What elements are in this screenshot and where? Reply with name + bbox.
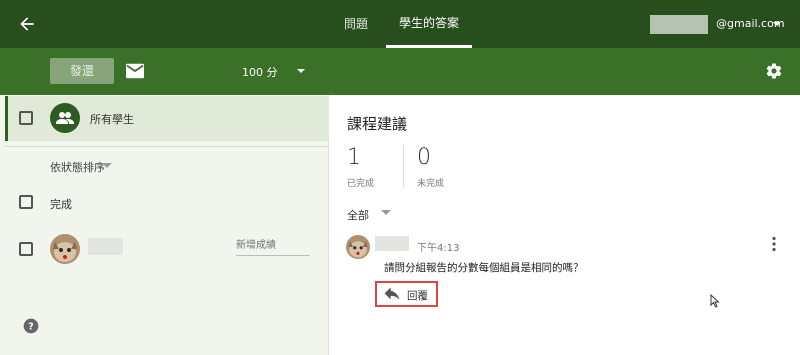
- points-dropdown-caret[interactable]: [297, 69, 305, 73]
- stats-divider: [403, 145, 404, 188]
- more-vert-icon[interactable]: [771, 236, 777, 252]
- comment-text: 請問分組報告的分數每個組員是相同的嗎？: [384, 262, 584, 274]
- help-icon[interactable]: ?: [23, 318, 39, 334]
- student-name-redacted: [88, 238, 123, 255]
- done-count: 1: [347, 145, 361, 170]
- not-done-count-label: 未完成: [417, 179, 445, 189]
- grade-input[interactable]: [236, 236, 310, 256]
- done-count-label: 已完成: [347, 179, 375, 189]
- assignment-title: 課程建議: [347, 115, 408, 133]
- tab-student-answers[interactable]: 學生的答案: [386, 0, 472, 48]
- mail-icon[interactable]: [126, 63, 144, 79]
- top-header: 問題 學生的答案 @gmail.com: [0, 0, 800, 48]
- reply-arrow-icon: [384, 287, 400, 301]
- divider: [5, 146, 329, 147]
- commenter-name-redacted: [375, 236, 409, 251]
- student-checkbox[interactable]: [19, 242, 33, 256]
- points-selector[interactable]: 100 分: [242, 64, 278, 80]
- not-done-count: 0: [417, 145, 431, 170]
- filter-dropdown-caret[interactable]: [381, 210, 391, 215]
- comment-timestamp: 下午4:13: [417, 243, 460, 254]
- people-group-icon: [50, 103, 80, 133]
- back-arrow-icon[interactable]: [17, 14, 37, 34]
- svg-text:?: ?: [28, 321, 33, 332]
- mouse-cursor-icon: [710, 294, 720, 308]
- reply-button[interactable]: 回覆: [375, 281, 438, 307]
- sort-by-status[interactable]: 依狀態排序: [50, 159, 105, 175]
- action-toolbar: [0, 48, 800, 95]
- student-avatar: [50, 234, 80, 264]
- reply-label: 回覆: [407, 290, 428, 302]
- all-students-label: 所有學生: [90, 113, 134, 126]
- return-button[interactable]: 發還: [50, 58, 114, 84]
- filter-selector[interactable]: 全部: [347, 207, 369, 223]
- settings-gear-icon[interactable]: [765, 62, 783, 80]
- all-students-checkbox[interactable]: [19, 111, 33, 125]
- sort-dropdown-caret[interactable]: [102, 163, 112, 168]
- commenter-avatar: [346, 235, 370, 259]
- done-section-label: 完成: [50, 198, 72, 211]
- done-section-checkbox[interactable]: [19, 195, 33, 209]
- account-dropdown-caret[interactable]: [773, 22, 781, 26]
- account-avatar[interactable]: [650, 15, 708, 34]
- tab-questions[interactable]: 問題: [336, 0, 376, 48]
